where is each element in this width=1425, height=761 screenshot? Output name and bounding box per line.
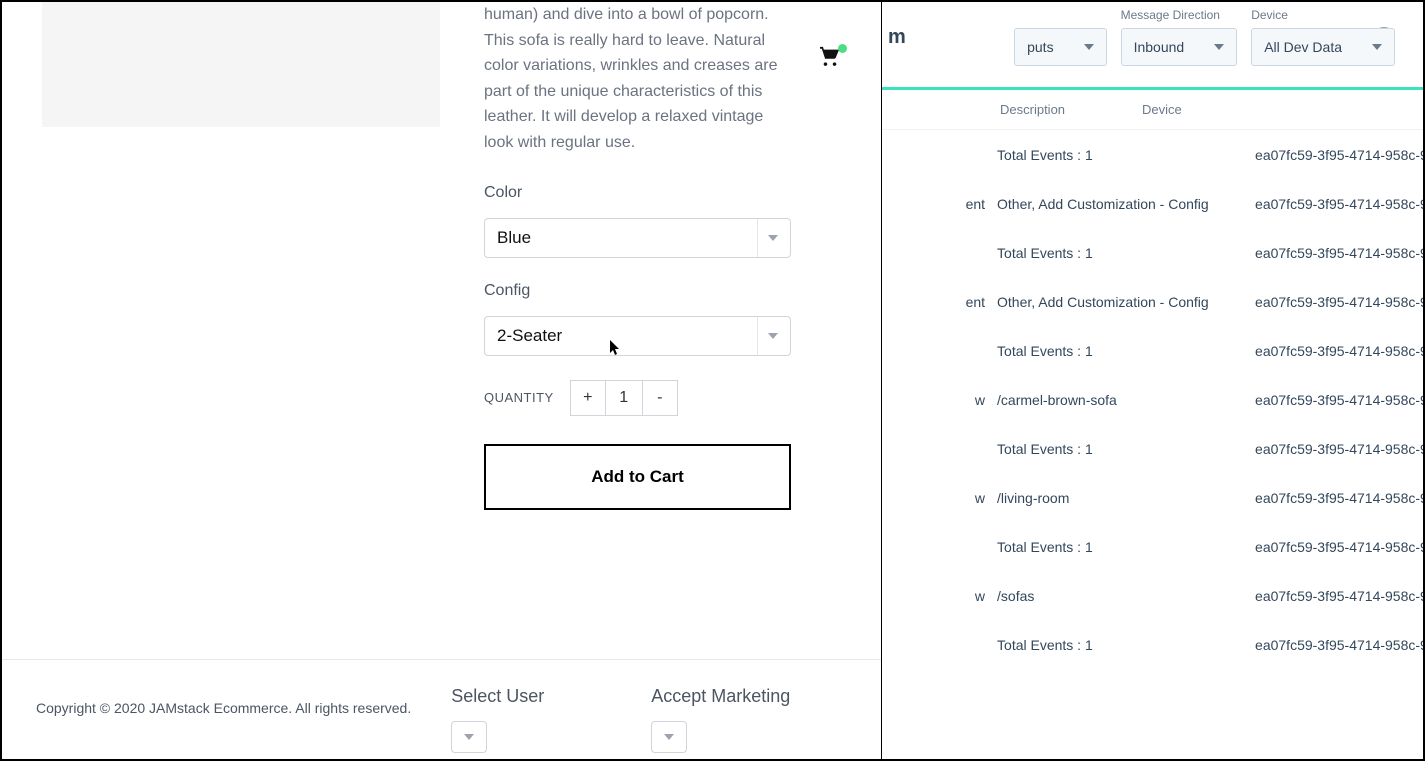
select-user-label: Select User: [451, 686, 611, 707]
page-title: m: [888, 26, 906, 49]
color-value: Blue: [497, 228, 531, 248]
accept-marketing-label: Accept Marketing: [651, 686, 811, 707]
row-description: Total Events : 1: [997, 147, 1255, 163]
row-device: ea07fc59-3f95-4714-958c-9: [1255, 147, 1423, 163]
chevron-down-icon: [768, 235, 778, 241]
quantity-value: 1: [606, 380, 642, 416]
table-row[interactable]: w/carmel-brown-sofaea07fc59-3f95-4714-95…: [882, 375, 1423, 424]
events-table: Description Device Total Events : 1ea07f…: [882, 90, 1423, 669]
config-select[interactable]: 2-Seater: [484, 316, 791, 356]
chevron-down-icon: [768, 333, 778, 339]
row-type-suffix: ent: [882, 196, 997, 212]
product-description: human) and dive into a bowl of popcorn. …: [484, 2, 791, 156]
table-row[interactable]: Total Events : 1ea07fc59-3f95-4714-958c-…: [882, 620, 1423, 669]
device-select[interactable]: All Dev Data: [1251, 28, 1395, 66]
row-device: ea07fc59-3f95-4714-958c-9: [1255, 343, 1423, 359]
table-row[interactable]: w/sofasea07fc59-3f95-4714-958c-9: [882, 571, 1423, 620]
row-description: Other, Add Customization - Config: [997, 196, 1255, 212]
config-value: 2-Seater: [497, 326, 562, 346]
row-type-suffix: ent: [882, 294, 997, 310]
table-row[interactable]: w/living-roomea07fc59-3f95-4714-958c-9: [882, 473, 1423, 522]
row-type-suffix: w: [882, 392, 997, 408]
row-device: ea07fc59-3f95-4714-958c-9: [1255, 441, 1423, 457]
direction-label: Message Direction: [1121, 8, 1238, 22]
column-device: Device: [1142, 102, 1182, 117]
table-row[interactable]: entOther, Add Customization - Configea07…: [882, 179, 1423, 228]
direction-select[interactable]: Inbound: [1121, 28, 1238, 66]
table-row[interactable]: entOther, Add Customization - Configea07…: [882, 277, 1423, 326]
cart-badge: [838, 44, 847, 53]
row-device: ea07fc59-3f95-4714-958c-9: [1255, 490, 1423, 506]
row-description: /carmel-brown-sofa: [997, 392, 1255, 408]
config-label: Config: [484, 282, 791, 300]
chevron-down-icon: [1214, 44, 1224, 50]
table-row[interactable]: Total Events : 1ea07fc59-3f95-4714-958c-…: [882, 326, 1423, 375]
cart-icon[interactable]: [819, 46, 841, 72]
row-device: ea07fc59-3f95-4714-958c-9: [1255, 539, 1423, 555]
row-type-suffix: w: [882, 588, 997, 604]
select-user-dropdown[interactable]: [451, 721, 487, 753]
chevron-down-icon: [1372, 44, 1382, 50]
device-filter: Device All Dev Data: [1251, 8, 1395, 66]
row-description: Other, Add Customization - Config: [997, 294, 1255, 310]
product-image: [42, 2, 440, 127]
row-description: Total Events : 1: [997, 539, 1255, 555]
quantity-increment[interactable]: +: [570, 380, 606, 416]
add-to-cart-button[interactable]: Add to Cart: [484, 444, 791, 510]
direction-filter: Message Direction Inbound: [1121, 8, 1238, 66]
quantity-decrement[interactable]: -: [642, 380, 678, 416]
row-description: Total Events : 1: [997, 245, 1255, 261]
row-device: ea07fc59-3f95-4714-958c-9: [1255, 392, 1423, 408]
row-device: ea07fc59-3f95-4714-958c-9: [1255, 637, 1423, 653]
row-description: /living-room: [997, 490, 1255, 506]
table-row[interactable]: Total Events : 1ea07fc59-3f95-4714-958c-…: [882, 130, 1423, 179]
loading-bar: [882, 87, 1423, 90]
column-description: Description: [882, 102, 1142, 117]
outputs-filter: puts: [1014, 8, 1106, 66]
accept-marketing-dropdown[interactable]: [651, 721, 687, 753]
row-device: ea07fc59-3f95-4714-958c-9: [1255, 588, 1423, 604]
row-device: ea07fc59-3f95-4714-958c-9: [1255, 294, 1423, 310]
chevron-down-icon: [1084, 44, 1094, 50]
color-label: Color: [484, 184, 791, 202]
color-select[interactable]: Blue: [484, 218, 791, 258]
copyright-text: Copyright © 2020 JAMstack Ecommerce. All…: [36, 700, 411, 716]
row-description: Total Events : 1: [997, 637, 1255, 653]
quantity-label: QUANTITY: [484, 390, 554, 405]
row-device: ea07fc59-3f95-4714-958c-9: [1255, 196, 1423, 212]
row-description: Total Events : 1: [997, 441, 1255, 457]
row-description: /sofas: [997, 588, 1255, 604]
row-type-suffix: w: [882, 490, 997, 506]
chevron-down-icon: [664, 734, 674, 740]
row-device: ea07fc59-3f95-4714-958c-9: [1255, 245, 1423, 261]
table-row[interactable]: Total Events : 1ea07fc59-3f95-4714-958c-…: [882, 424, 1423, 473]
chevron-down-icon: [464, 734, 474, 740]
table-row[interactable]: Total Events : 1ea07fc59-3f95-4714-958c-…: [882, 228, 1423, 277]
row-description: Total Events : 1: [997, 343, 1255, 359]
outputs-select[interactable]: puts: [1014, 28, 1106, 66]
device-label: Device: [1251, 8, 1395, 22]
table-row[interactable]: Total Events : 1ea07fc59-3f95-4714-958c-…: [882, 522, 1423, 571]
